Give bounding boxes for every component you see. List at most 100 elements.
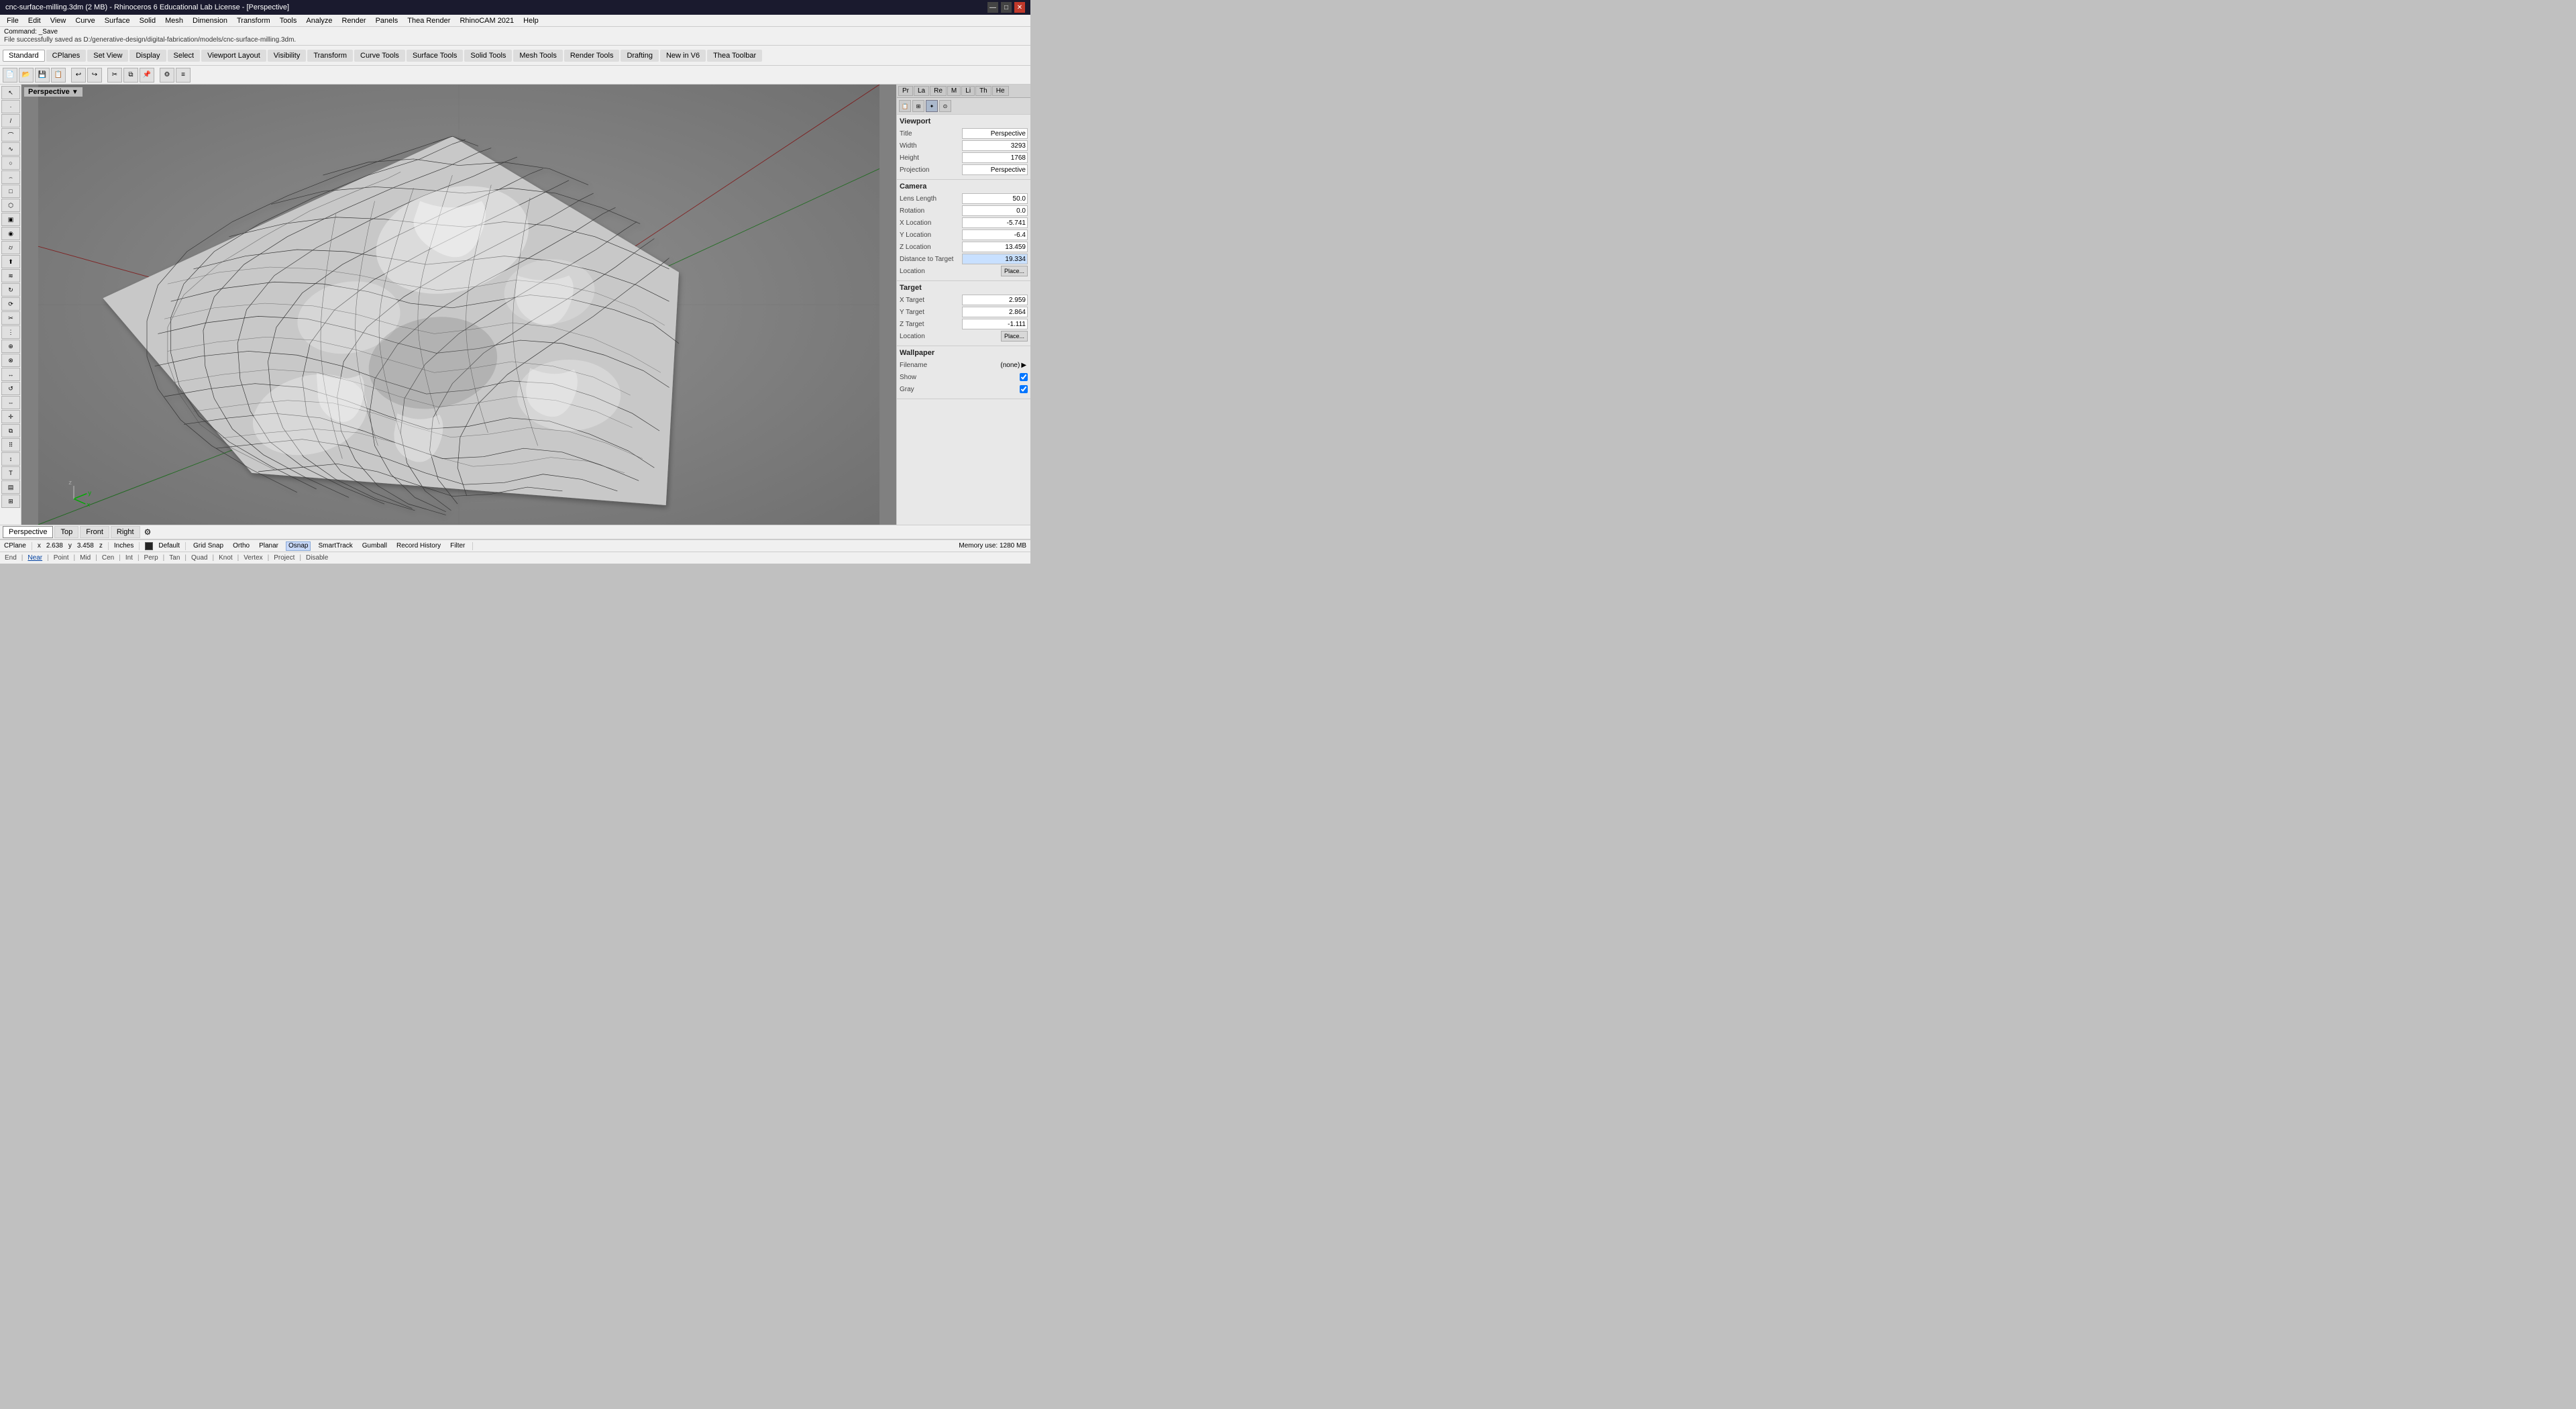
grid-snap-button[interactable]: Grid Snap (191, 541, 225, 551)
extra-button[interactable]: ≡ (176, 68, 191, 83)
gray-checkbox[interactable] (1020, 385, 1028, 393)
panel-tab-render[interactable]: Re (930, 86, 947, 96)
osnap-button[interactable]: Osnap (286, 541, 311, 551)
menu-item-dimension[interactable]: Dimension (189, 15, 231, 26)
toolbar-tab-surface-tools[interactable]: Surface Tools (407, 50, 463, 62)
curve-tool[interactable]: ∿ (1, 142, 20, 156)
copy-button[interactable]: ⧉ (123, 68, 138, 83)
panel-tab-help[interactable]: He (992, 86, 1009, 96)
menu-item-rhinocam-2021[interactable]: RhinoCAM 2021 (455, 15, 518, 26)
circle-tool[interactable]: ○ (1, 156, 20, 170)
new-button[interactable]: 📄 (3, 68, 17, 83)
sweep-tool[interactable]: ⟳ (1, 297, 20, 311)
panel-tab-properties[interactable]: Pr (898, 86, 913, 96)
menu-item-analyze[interactable]: Analyze (302, 15, 336, 26)
menu-item-surface[interactable]: Surface (101, 15, 134, 26)
revolve-tool[interactable]: ↻ (1, 283, 20, 297)
paste-button[interactable]: 📌 (140, 68, 154, 83)
polyline-tool[interactable]: ⌒ (1, 128, 20, 142)
viewport-tab-top[interactable]: Top (54, 526, 78, 538)
point-tool[interactable]: · (1, 100, 20, 113)
snap-perp[interactable]: Perp (142, 554, 160, 562)
toolbar-tab-visibility[interactable]: Visibility (268, 50, 307, 62)
trim-tool[interactable]: ✂ (1, 311, 20, 325)
rotate-tool[interactable]: ↺ (1, 382, 20, 395)
menu-item-thea-render[interactable]: Thea Render (403, 15, 454, 26)
snap-vertex[interactable]: Vertex (241, 554, 264, 562)
toolbar-tab-render-tools[interactable]: Render Tools (564, 50, 620, 62)
cylinder-tool[interactable]: ⌭ (1, 241, 20, 254)
toolbar-tab-mesh-tools[interactable]: Mesh Tools (513, 50, 562, 62)
toolbar-tab-set-view[interactable]: Set View (87, 50, 128, 62)
toolbar-tab-thea-toolbar[interactable]: Thea Toolbar (707, 50, 762, 62)
menu-item-file[interactable]: File (3, 15, 23, 26)
box-tool[interactable]: ▣ (1, 213, 20, 226)
snap-near[interactable]: Near (25, 554, 44, 562)
maximize-button[interactable]: □ (1001, 2, 1012, 13)
viewport-area[interactable]: Perspective ▼ (21, 85, 896, 525)
menu-item-curve[interactable]: Curve (71, 15, 99, 26)
menu-item-mesh[interactable]: Mesh (161, 15, 187, 26)
record-history-button[interactable]: Record History (394, 541, 443, 551)
viewport-tab-perspective[interactable]: Perspective (3, 526, 53, 538)
place-camera-button[interactable]: Place... (1001, 266, 1028, 276)
hatch-tool[interactable]: ▤ (1, 480, 20, 494)
toolbar-tab-transform[interactable]: Transform (307, 50, 353, 62)
split-tool[interactable]: ⋮ (1, 325, 20, 339)
polygon-tool[interactable]: ⬡ (1, 199, 20, 212)
open-button[interactable]: 📂 (19, 68, 34, 83)
snap-end[interactable]: End (3, 554, 19, 562)
panel-icon-3[interactable]: ✦ (926, 100, 938, 112)
toolbar-tab-display[interactable]: Display (129, 50, 166, 62)
menu-item-edit[interactable]: Edit (24, 15, 45, 26)
menu-item-render[interactable]: Render (338, 15, 370, 26)
cut-button[interactable]: ✂ (107, 68, 122, 83)
toolbar-tab-standard[interactable]: Standard (3, 50, 45, 62)
snap-disable[interactable]: Disable (304, 554, 330, 562)
panel-icon-4[interactable]: ⊙ (939, 100, 951, 112)
panel-tab-layers[interactable]: La (914, 86, 929, 96)
loft-tool[interactable]: ≋ (1, 269, 20, 282)
viewport-tab-front[interactable]: Front (80, 526, 109, 538)
toolbar-tab-solid-tools[interactable]: Solid Tools (464, 50, 512, 62)
menu-item-help[interactable]: Help (519, 15, 543, 26)
panel-icon-1[interactable]: 📋 (899, 100, 911, 112)
toolbar-tab-drafting[interactable]: Drafting (621, 50, 659, 62)
snap-tan[interactable]: Tan (167, 554, 182, 562)
panel-tab-material[interactable]: M (947, 86, 961, 96)
settings-button[interactable]: ⚙ (160, 68, 174, 83)
snap-project[interactable]: Project (272, 554, 297, 562)
boolean-tool[interactable]: ⊗ (1, 354, 20, 367)
toolbar-tab-new-in-v6[interactable]: New in V6 (660, 50, 706, 62)
panel-icon-2[interactable]: ⊞ (912, 100, 924, 112)
save-button[interactable]: 💾 (35, 68, 50, 83)
menu-item-tools[interactable]: Tools (276, 15, 301, 26)
panel-tab-thea[interactable]: Th (975, 86, 991, 96)
mirror-tool[interactable]: ↔ (1, 368, 20, 381)
join-tool[interactable]: ⊕ (1, 340, 20, 353)
panel-tab-light[interactable]: Li (961, 86, 975, 96)
show-checkbox[interactable] (1020, 373, 1028, 381)
toolbar-tab-select[interactable]: Select (168, 50, 201, 62)
viewport-tab-right[interactable]: Right (111, 526, 140, 538)
snap-quad[interactable]: Quad (189, 554, 209, 562)
gumball-button[interactable]: Gumball (360, 541, 389, 551)
save-as-button[interactable]: 📋 (51, 68, 66, 83)
toolbar-tab-cplanes[interactable]: CPlanes (46, 50, 87, 62)
extrude-tool[interactable]: ⬆ (1, 255, 20, 268)
undo-button[interactable]: ↩ (71, 68, 86, 83)
minimize-button[interactable]: — (987, 2, 998, 13)
menu-item-transform[interactable]: Transform (233, 15, 274, 26)
menu-item-view[interactable]: View (46, 15, 70, 26)
snap-cen[interactable]: Cen (100, 554, 116, 562)
select-tool[interactable]: ↖ (1, 86, 20, 99)
expand-filename-icon[interactable]: ▶ (1020, 362, 1028, 369)
ortho-button[interactable]: Ortho (231, 541, 252, 551)
snap-mid[interactable]: Mid (78, 554, 93, 562)
viewport-tab-settings-icon[interactable]: ⚙ (144, 527, 152, 537)
toolbar-tab-curve-tools[interactable]: Curve Tools (354, 50, 405, 62)
group-tool[interactable]: ⊞ (1, 494, 20, 508)
arc-tool[interactable]: ⌢ (1, 170, 20, 184)
snap-knot[interactable]: Knot (217, 554, 235, 562)
text-tool[interactable]: T (1, 466, 20, 480)
